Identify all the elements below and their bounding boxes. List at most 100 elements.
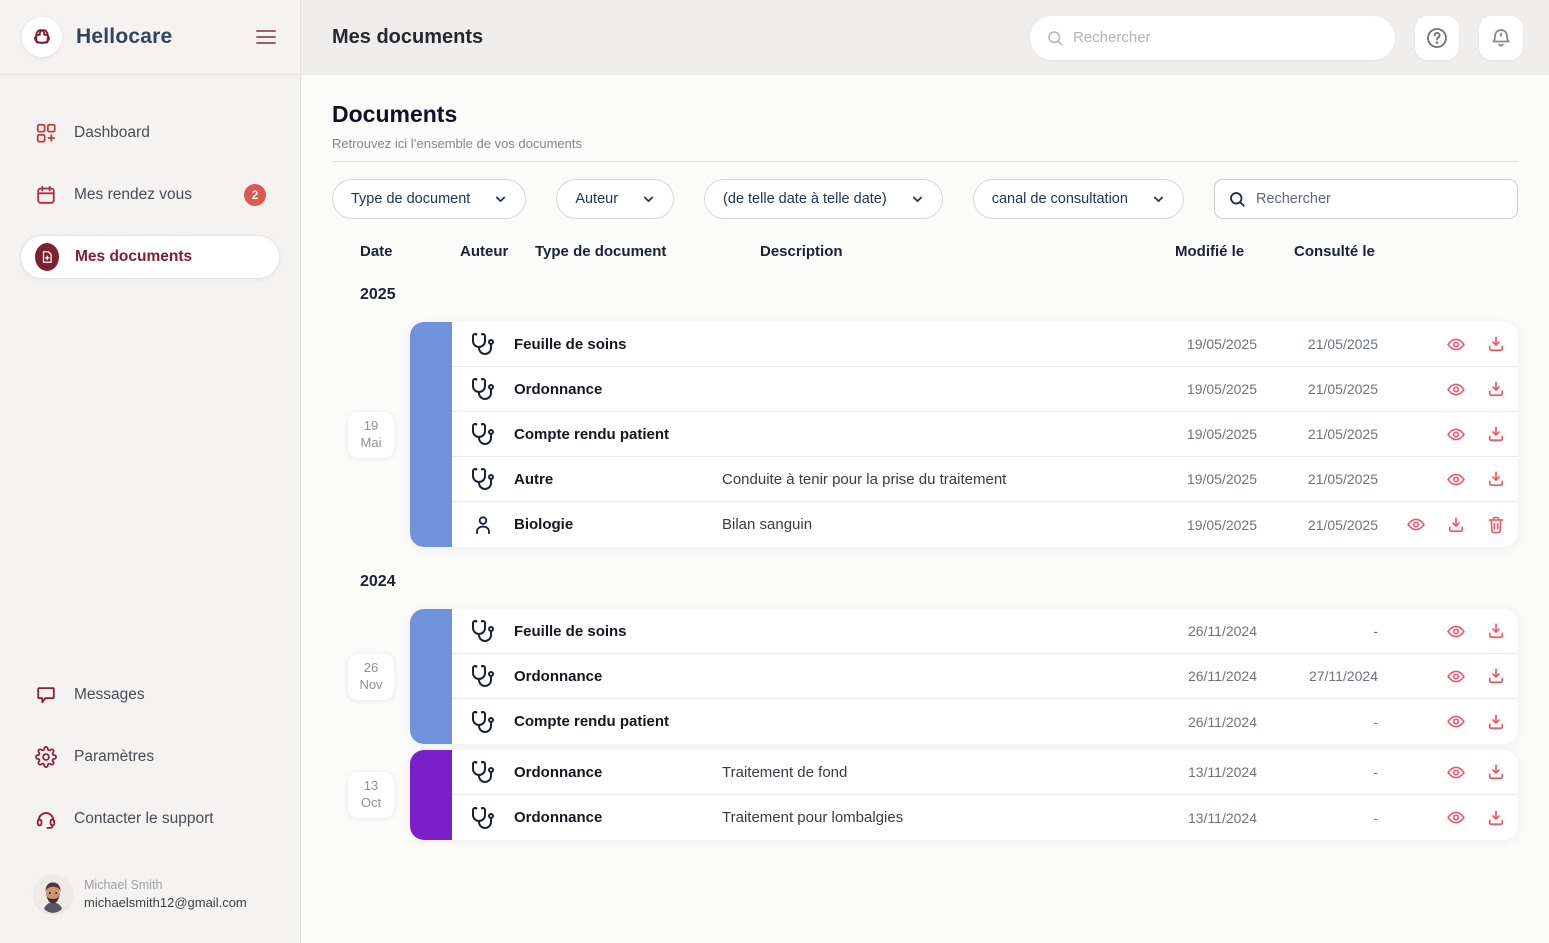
modified-date: 19/05/2025	[1147, 517, 1257, 533]
filter-author-dropdown[interactable]: Auteur	[556, 179, 674, 219]
document-type: Compte rendu patient	[514, 426, 722, 443]
global-search-input[interactable]	[1073, 29, 1379, 46]
filter-label: Type de document	[351, 191, 470, 207]
user-profile[interactable]: Michael Smith michaelsmith12@gmail.com	[20, 859, 280, 943]
menu-toggle-icon[interactable]	[254, 26, 278, 48]
document-row[interactable]: Ordonnance26/11/202427/11/2024	[452, 654, 1518, 699]
help-button[interactable]	[1415, 16, 1459, 60]
consulted-date: 21/05/2025	[1257, 517, 1378, 533]
download-button[interactable]	[1486, 762, 1506, 782]
download-button[interactable]	[1486, 469, 1506, 489]
message-icon	[34, 684, 58, 706]
global-search[interactable]	[1030, 16, 1395, 60]
filter-label: canal de consultation	[992, 191, 1128, 207]
cluster-color-bar	[410, 609, 452, 744]
view-button[interactable]	[1446, 712, 1466, 732]
filter-label: (de telle date à telle date)	[723, 191, 887, 207]
chevron-down-icon	[494, 193, 507, 206]
document-type: Ordonnance	[514, 764, 722, 781]
download-button[interactable]	[1446, 515, 1466, 535]
document-type: Feuille de soins	[514, 336, 722, 353]
eye-icon	[1446, 621, 1466, 642]
consulted-date: -	[1257, 810, 1378, 826]
row-actions	[1378, 666, 1518, 686]
document-row[interactable]: Ordonnance19/05/202521/05/2025	[452, 367, 1518, 412]
date-chip-day: 19	[364, 418, 378, 435]
download-button[interactable]	[1486, 379, 1506, 399]
sidebar-item-documents[interactable]: Mes documents	[20, 235, 280, 279]
consulted-date: -	[1257, 623, 1378, 639]
eye-icon	[1446, 666, 1466, 687]
document-type: Ordonnance	[514, 809, 722, 826]
row-actions	[1378, 334, 1518, 354]
documents-search[interactable]	[1214, 179, 1518, 219]
author-doctor-icon	[452, 422, 514, 446]
view-button[interactable]	[1446, 334, 1466, 354]
main-area: Mes documents Documents	[301, 0, 1549, 943]
documents-search-input[interactable]	[1256, 191, 1504, 207]
download-icon	[1486, 712, 1506, 732]
document-row[interactable]: AutreConduite à tenir pour la prise du t…	[452, 457, 1518, 502]
view-button[interactable]	[1446, 621, 1466, 641]
chevron-down-icon	[911, 193, 924, 206]
divider	[332, 161, 1518, 162]
filter-daterange-dropdown[interactable]: (de telle date à telle date)	[704, 179, 943, 219]
view-button[interactable]	[1446, 666, 1466, 686]
document-description: Conduite à tenir pour la prise du traite…	[722, 471, 1147, 488]
view-button[interactable]	[1446, 424, 1466, 444]
notifications-button[interactable]	[1479, 16, 1523, 60]
view-button[interactable]	[1406, 515, 1426, 535]
document-row[interactable]: BiologieBilan sanguin19/05/202521/05/202…	[452, 502, 1518, 547]
view-button[interactable]	[1446, 469, 1466, 489]
delete-button[interactable]	[1486, 515, 1506, 535]
download-button[interactable]	[1486, 666, 1506, 686]
view-button[interactable]	[1446, 808, 1466, 828]
eye-icon	[1446, 762, 1466, 783]
document-row[interactable]: Compte rendu patient19/05/202521/05/2025	[452, 412, 1518, 457]
modified-date: 26/11/2024	[1147, 623, 1257, 639]
download-button[interactable]	[1486, 808, 1506, 828]
sidebar-item-support[interactable]: Contacter le support	[20, 797, 280, 841]
document-row[interactable]: Compte rendu patient26/11/2024-	[452, 699, 1518, 744]
column-header-description: Description	[760, 243, 1175, 260]
year-label: 2024	[332, 573, 1518, 591]
sidebar-item-dashboard[interactable]: Dashboard	[20, 111, 280, 155]
view-button[interactable]	[1446, 762, 1466, 782]
date-chip-month: Oct	[361, 795, 381, 812]
download-button[interactable]	[1486, 712, 1506, 732]
sidebar-item-rendezvous[interactable]: Mes rendez vous 2	[20, 173, 280, 217]
sidebar-item-messages[interactable]: Messages	[20, 673, 280, 717]
cluster-color-bar	[410, 322, 452, 547]
dashboard-icon	[34, 122, 58, 144]
sidebar-item-label: Messages	[74, 686, 145, 704]
document-row[interactable]: Feuille de soins19/05/202521/05/2025	[452, 322, 1518, 367]
trash-icon	[1486, 515, 1506, 535]
column-header-consulted: Consulté le	[1294, 243, 1518, 260]
author-doctor-icon	[452, 332, 514, 356]
search-icon	[1046, 29, 1064, 47]
hellocare-logo-icon	[22, 17, 62, 57]
person-icon	[472, 514, 494, 536]
document-row[interactable]: OrdonnanceTraitement de fond13/11/2024-	[452, 750, 1518, 795]
document-row[interactable]: OrdonnanceTraitement pour lombalgies13/1…	[452, 795, 1518, 840]
section-heading: Documents	[332, 101, 1518, 128]
download-button[interactable]	[1486, 621, 1506, 641]
stethoscope-icon	[471, 619, 495, 643]
download-icon	[1486, 762, 1506, 782]
download-button[interactable]	[1486, 424, 1506, 444]
author-doctor-icon	[452, 710, 514, 734]
document-row[interactable]: Feuille de soins26/11/2024-	[452, 609, 1518, 654]
row-actions	[1378, 379, 1518, 399]
filter-type-dropdown[interactable]: Type de document	[332, 179, 526, 219]
document-type: Autre	[514, 471, 722, 488]
sidebar-item-label: Dashboard	[74, 124, 150, 142]
filter-channel-dropdown[interactable]: canal de consultation	[973, 179, 1184, 219]
view-button[interactable]	[1446, 379, 1466, 399]
cluster-color-bar	[410, 750, 452, 840]
consulted-date: 21/05/2025	[1257, 426, 1378, 442]
sidebar-item-parametres[interactable]: Paramètres	[20, 735, 280, 779]
date-chip: 19Mai	[348, 412, 394, 458]
sidebar-item-label: Paramètres	[74, 748, 154, 766]
documents-card: Feuille de soins19/05/202521/05/2025Ordo…	[410, 322, 1518, 547]
download-button[interactable]	[1486, 334, 1506, 354]
